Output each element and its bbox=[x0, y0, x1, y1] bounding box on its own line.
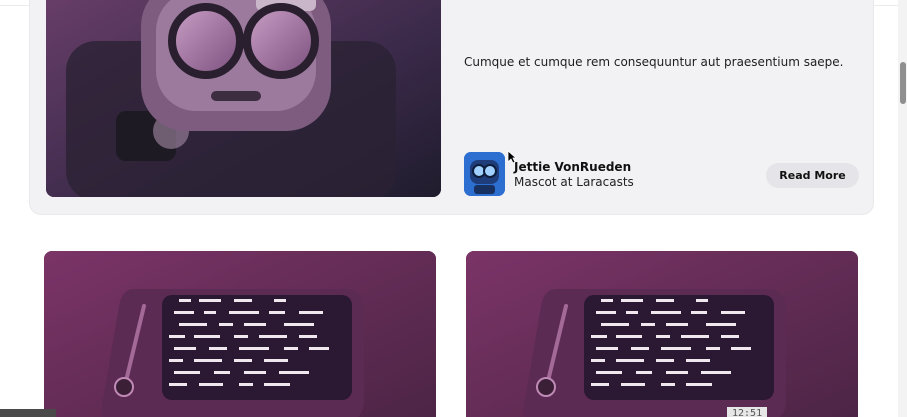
avatar[interactable] bbox=[464, 152, 505, 196]
mouse-pointer-icon bbox=[507, 150, 517, 164]
video-progress-fill bbox=[0, 409, 56, 417]
featured-post-card[interactable]: Cumque et cumque rem consequuntur aut pr… bbox=[29, 0, 874, 215]
featured-post-thumbnail[interactable] bbox=[46, 0, 441, 197]
post-excerpt: Cumque et cumque rem consequuntur aut pr… bbox=[464, 55, 844, 69]
post-card-thumbnail[interactable] bbox=[466, 251, 858, 417]
post-author: Jettie VonRueden Mascot at Laracasts Rea… bbox=[464, 152, 874, 198]
read-more-button[interactable]: Read More bbox=[766, 163, 859, 188]
author-name[interactable]: Jettie VonRueden bbox=[514, 160, 631, 174]
author-role: Mascot at Laracasts bbox=[514, 175, 634, 189]
post-card-thumbnail[interactable] bbox=[44, 251, 436, 417]
scrollbar-thumb[interactable] bbox=[900, 62, 906, 104]
video-timestamp: 12:51 bbox=[727, 407, 768, 417]
